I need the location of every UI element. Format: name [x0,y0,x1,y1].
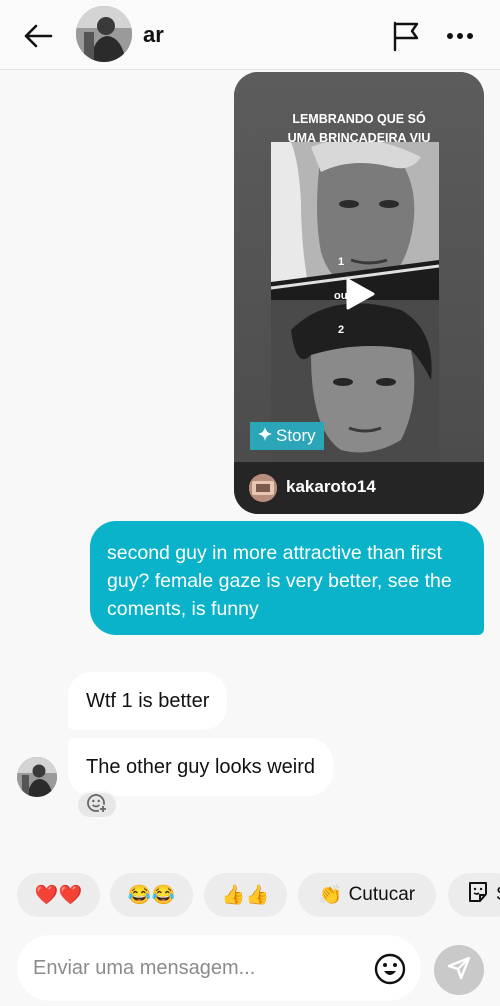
quick-reply-laugh[interactable]: 😂😂 [110,873,193,917]
story-badge: Story [250,422,324,450]
sender-avatar[interactable] [17,757,57,797]
quick-reply-poke[interactable]: 👏 Cutucar [298,873,436,917]
story-author-avatar[interactable] [249,474,277,502]
story-label-one: 1 [338,256,345,268]
message-composer [17,935,421,1001]
quick-reply-label: Cutucar [348,884,416,905]
sparkle-icon [258,422,272,450]
add-reaction-icon [86,792,108,819]
chat-header: ar [0,0,500,70]
flag-icon[interactable] [386,16,426,56]
quick-reply-thumbs[interactable]: 👍👍 [204,873,287,917]
shared-story-card[interactable]: LEMBRANDO QUE SÓ UMA BRINCADEIRA VIU KKK… [234,72,484,514]
send-icon [446,955,472,986]
message-input[interactable] [33,935,363,1001]
more-dots-icon[interactable] [440,16,480,56]
quick-reply-sticker[interactable]: S [448,873,500,917]
story-label-two: 2 [338,324,345,336]
send-button[interactable] [434,945,484,995]
quick-reply-label: 👍👍 [221,885,270,906]
quick-reply-label: S [496,884,500,906]
quick-reply-hearts[interactable]: ❤️❤️ [17,873,100,917]
story-media: LEMBRANDO QUE SÓ UMA BRINCADEIRA VIU KKK… [234,72,484,462]
back-arrow-icon[interactable] [18,16,58,56]
incoming-message[interactable]: The other guy looks weird [68,738,334,796]
quick-reply-label: 😂😂 [127,885,176,906]
story-footer: kakaroto14 [234,462,484,514]
add-reaction-button[interactable] [76,791,118,819]
sticker-icon [466,880,490,910]
emoji-icon[interactable] [373,952,407,986]
contact-name[interactable]: ar [143,22,164,48]
outgoing-message[interactable]: second guy in more attractive than first… [90,521,484,635]
story-author-name[interactable]: kakaroto14 [286,477,376,497]
story-badge-label: Story [276,426,316,445]
wave-hand-icon: 👏 [318,885,343,906]
contact-avatar[interactable] [76,6,132,62]
quick-reply-label: ❤️❤️ [34,885,83,906]
incoming-message[interactable]: Wtf 1 is better [68,672,228,730]
play-icon[interactable] [344,277,376,311]
